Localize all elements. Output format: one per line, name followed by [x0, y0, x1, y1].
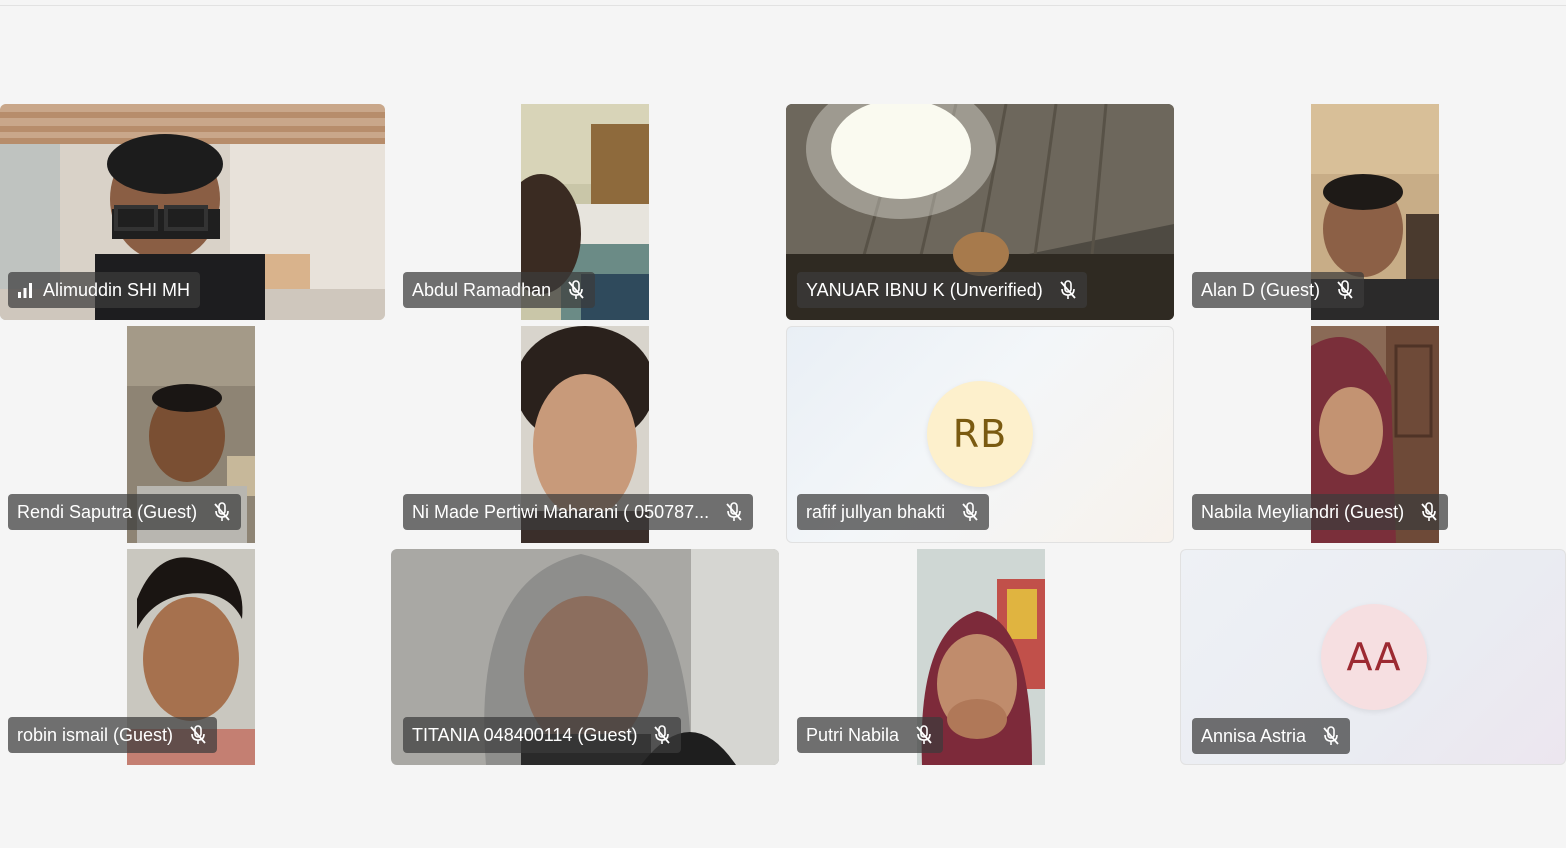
- participant-name-label: Alimuddin SHI MH: [8, 272, 201, 308]
- participant-name-label: Rendi Saputra (Guest): [8, 494, 242, 530]
- mic-off-icon: [568, 280, 584, 299]
- participant-name: Abdul Ramadhan: [412, 279, 552, 300]
- participant-name: TITANIA 048400114 (Guest): [412, 724, 638, 745]
- signal-bars-icon: [18, 283, 32, 298]
- participant-name: robin ismail (Guest): [17, 724, 174, 745]
- participant-name-label: TITANIA 048400114 (Guest): [403, 717, 682, 753]
- participant-tile[interactable]: Alimuddin SHI MH: [0, 104, 385, 320]
- mic-off-icon: [654, 725, 671, 744]
- participant-name-label: robin ismail (Guest): [8, 717, 218, 753]
- participant-name: rafif jullyan bhakti: [806, 501, 946, 522]
- participant-tile[interactable]: Rendi Saputra (Guest): [0, 326, 385, 543]
- participant-name-label: Putri Nabila: [797, 717, 944, 753]
- participant-tile[interactable]: Ni Made Pertiwi Maharani ( 050787...: [392, 326, 779, 543]
- participant-name: Annisa Astria: [1201, 725, 1307, 746]
- avatar: AA: [1321, 604, 1427, 710]
- avatar: RB: [927, 381, 1033, 487]
- mic-off-icon: [962, 502, 978, 521]
- participant-tile[interactable]: Alan D (Guest): [1181, 104, 1566, 320]
- mic-off-icon: [1337, 280, 1353, 299]
- mic-off-icon: [190, 725, 206, 744]
- participant-name: Putri Nabila: [806, 724, 900, 745]
- participant-name-label: rafif jullyan bhakti: [797, 494, 990, 530]
- participant-name-label: Alan D (Guest): [1192, 272, 1365, 308]
- participant-name-label: Ni Made Pertiwi Maharani ( 050787...: [403, 494, 754, 530]
- participant-tile[interactable]: RB rafif jullyan bhakti: [786, 326, 1174, 543]
- participant-tile[interactable]: YANUAR IBNU K (Unverified): [786, 104, 1174, 320]
- avatar-initials: RB: [952, 412, 1008, 456]
- mic-off-icon: [1060, 280, 1076, 299]
- participant-name-label: Abdul Ramadhan: [403, 272, 596, 308]
- mic-off-icon: [1421, 502, 1437, 521]
- video-gallery: Alimuddin SHI MH Abdul Ramadhan YANUAR I…: [0, 0, 1566, 848]
- participant-name: Alimuddin SHI MH: [43, 279, 191, 300]
- mic-off-icon: [214, 502, 230, 521]
- mic-off-icon: [1323, 726, 1339, 745]
- participant-tile[interactable]: TITANIA 048400114 (Guest): [391, 549, 779, 765]
- participant-name: Nabila Meyliandri (Guest): [1201, 501, 1405, 522]
- avatar-initials: AA: [1346, 635, 1402, 679]
- participant-name: YANUAR IBNU K (Unverified): [806, 279, 1043, 300]
- participant-tile[interactable]: robin ismail (Guest): [0, 549, 385, 765]
- participant-name: Ni Made Pertiwi Maharani ( 050787...: [412, 501, 710, 522]
- participant-tile[interactable]: Putri Nabila: [786, 549, 1174, 765]
- participant-name: Alan D (Guest): [1201, 279, 1321, 300]
- mic-off-icon: [916, 725, 932, 744]
- participant-tile[interactable]: Abdul Ramadhan: [392, 104, 779, 320]
- participant-name: Rendi Saputra (Guest): [17, 501, 198, 522]
- participant-tile[interactable]: Nabila Meyliandri (Guest): [1181, 326, 1566, 543]
- participant-name-label: Nabila Meyliandri (Guest): [1192, 494, 1449, 530]
- participant-name-label: YANUAR IBNU K (Unverified): [797, 272, 1087, 308]
- mic-off-icon: [726, 502, 742, 521]
- participant-name-label: Annisa Astria: [1192, 718, 1351, 754]
- participant-tile[interactable]: AA Annisa Astria: [1180, 549, 1566, 765]
